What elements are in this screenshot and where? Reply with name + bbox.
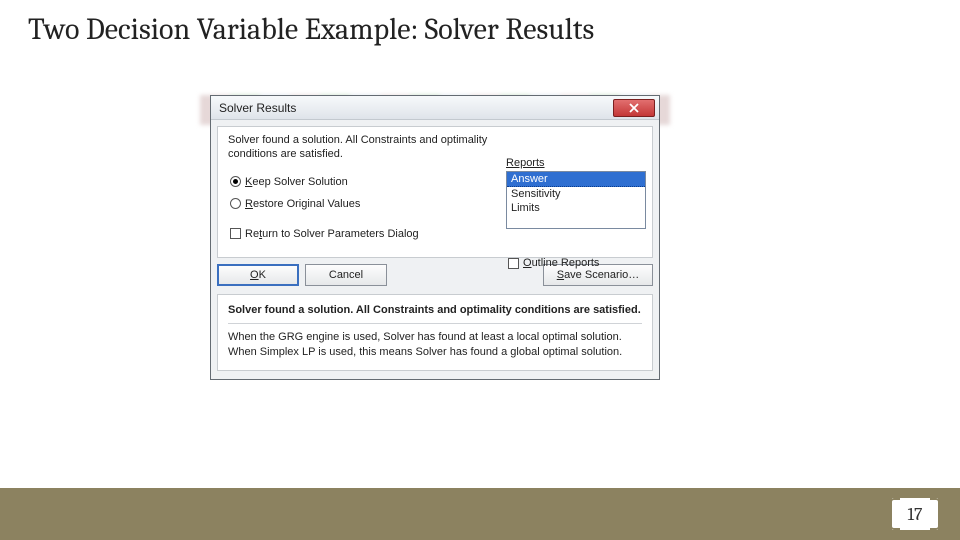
reports-label: Reports	[506, 157, 545, 169]
cancel-button[interactable]: Cancel	[305, 264, 387, 286]
checkbox-icon	[230, 228, 241, 239]
page-number: 17	[908, 504, 923, 525]
page-number-badge: 17	[892, 498, 938, 530]
radio-icon	[230, 176, 241, 187]
solver-results-dialog: Solver Results Solver found a solution. …	[210, 95, 660, 380]
close-icon	[629, 103, 639, 113]
checkbox-label: Return to Solver Parameters Dialog	[245, 228, 419, 240]
explanation-group: Solver found a solution. All Constraints…	[217, 294, 653, 371]
slide-title: Two Decision Variable Example: Solver Re…	[28, 12, 594, 47]
radio-icon	[230, 198, 241, 209]
status-message: Solver found a solution. All Constraints…	[228, 133, 488, 162]
return-to-dialog-checkbox[interactable]: Return to Solver Parameters Dialog	[230, 228, 642, 240]
checkbox-label: Outline Reports	[523, 257, 599, 269]
report-item-limits[interactable]: Limits	[507, 201, 645, 215]
titlebar-text: Solver Results	[219, 101, 613, 115]
close-button[interactable]	[613, 99, 655, 117]
titlebar[interactable]: Solver Results	[211, 96, 659, 120]
explanation-heading: Solver found a solution. All Constraints…	[228, 303, 642, 317]
divider	[228, 323, 642, 324]
explanation-body: When the GRG engine is used, Solver has …	[228, 330, 642, 360]
radio-label: Keep Solver Solution	[245, 176, 348, 188]
footer-bar	[0, 488, 960, 540]
outline-reports-checkbox[interactable]: Outline Reports	[508, 257, 599, 269]
checkbox-icon	[508, 258, 519, 269]
report-item-sensitivity[interactable]: Sensitivity	[507, 187, 645, 201]
radio-label: Restore Original Values	[245, 198, 360, 210]
dialog-body: Solver found a solution. All Constraints…	[211, 120, 659, 379]
report-item-answer[interactable]: Answer	[507, 172, 645, 187]
reports-listbox[interactable]: Answer Sensitivity Limits	[506, 171, 646, 229]
options-group: Solver found a solution. All Constraints…	[217, 126, 653, 258]
ok-button[interactable]: OK	[217, 264, 299, 286]
